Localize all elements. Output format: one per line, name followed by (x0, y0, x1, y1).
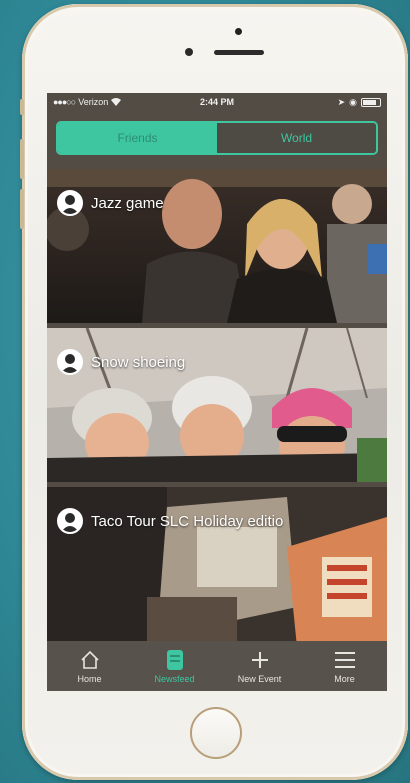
tab-home[interactable]: Home (55, 649, 125, 684)
event-title: Snow shoeing (91, 353, 186, 371)
location-icon: ➤ (337, 96, 346, 107)
tab-world[interactable]: World (217, 123, 376, 153)
event-title-row: Taco Tour SLC Holiday editio (57, 508, 283, 534)
feed-scope-segmented-control: Friends World (56, 121, 378, 155)
plus-icon (250, 649, 270, 671)
volume-down-button (20, 189, 24, 229)
home-button[interactable] (190, 707, 242, 759)
tab-more-label: More (334, 673, 355, 684)
event-title-row: Jazz game (57, 190, 164, 216)
signal-dots-icon: ●●●○○ (53, 97, 76, 107)
mute-switch (20, 99, 24, 115)
tab-home-label: Home (77, 673, 102, 684)
proximity-sensor (185, 48, 193, 56)
user-avatar-icon (57, 508, 83, 534)
tab-new-event-label: New Event (237, 673, 282, 684)
alarm-icon: ◉ (349, 96, 357, 107)
event-card-snow-shoeing[interactable]: Snow shoeing (47, 328, 387, 482)
volume-up-button (20, 139, 24, 179)
clock-label: 2:44 PM (199, 97, 235, 107)
carrier-group: ●●●○○ Verizon (53, 97, 122, 107)
tab-newsfeed[interactable]: Newsfeed (140, 649, 210, 684)
menu-icon (334, 649, 356, 671)
tab-friends[interactable]: Friends (58, 123, 217, 153)
front-camera (235, 28, 242, 35)
event-title-row: Snow shoeing (57, 349, 185, 375)
app-screen: ●●●○○ Verizon 2:44 PM ➤ ◉ Friends World (47, 93, 387, 691)
event-feed: Jazz game Snow shoeing Taco Tour SLC Hol… (47, 169, 387, 652)
earpiece-speaker (214, 50, 264, 55)
tab-new-event[interactable]: New Event (225, 649, 295, 684)
newsfeed-icon (165, 649, 185, 671)
event-title: Taco Tour SLC Holiday editio (91, 512, 284, 530)
status-icons: ➤ ◉ (338, 97, 381, 108)
status-bar: ●●●○○ Verizon 2:44 PM ➤ ◉ (47, 93, 387, 111)
home-icon (80, 649, 100, 671)
event-title: Jazz game (91, 194, 164, 212)
tab-newsfeed-label: Newsfeed (154, 673, 195, 684)
event-card-jazz-game[interactable]: Jazz game (47, 169, 387, 323)
user-avatar-icon (57, 190, 83, 216)
event-card-taco-tour[interactable]: Taco Tour SLC Holiday editio (47, 487, 387, 647)
battery-icon (361, 97, 381, 107)
carrier-label: Verizon (78, 97, 109, 107)
bottom-tab-bar: Home Newsfeed New Event More (47, 641, 387, 691)
tab-more[interactable]: More (310, 649, 380, 684)
wifi-icon (111, 98, 122, 106)
user-avatar-icon (57, 349, 83, 375)
phone-frame: ●●●○○ Verizon 2:44 PM ➤ ◉ Friends World (20, 4, 408, 780)
